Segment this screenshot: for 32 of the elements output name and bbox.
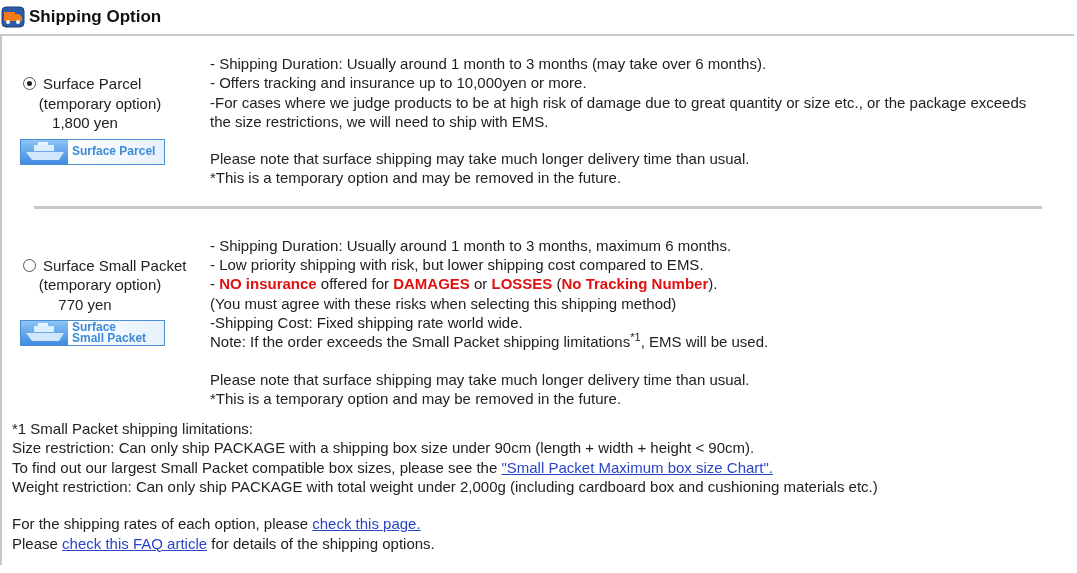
banner-label: Surface Small Packet xyxy=(72,322,147,345)
option-price: 770 yen xyxy=(58,294,112,315)
description-line: - Offers tracking and insurance up to 10,000yen or more. xyxy=(210,73,588,93)
description-line: (You must agree with these risks when selecting this shipping method) xyxy=(210,293,678,313)
description-line: *This is a temporary option and may be removed in the future. xyxy=(210,388,623,409)
link[interactable]: check this FAQ article xyxy=(62,534,208,552)
footnote-line: *1 Small Packet shipping limitations: xyxy=(12,419,254,439)
link[interactable]: check this page. xyxy=(312,515,421,533)
description-line: -Shipping Cost: Fixed shipping rate world wide. xyxy=(210,312,524,333)
description-line: Please note that surface shipping may take much longer delivery time than usual. xyxy=(210,369,751,389)
option-note: (temporary option) xyxy=(38,93,162,113)
description-line: - Low priority shipping with risk, but lower shipping cost compared to EMS. xyxy=(210,255,705,275)
footnote-line: Weight restriction: Can only ship PACKAGE with total weight under 2,000g (including cardboard box and cushioning materials etc.) xyxy=(12,477,879,497)
footnote-line: Please check this FAQ article for details of the shipping options. xyxy=(12,533,436,553)
footnote-line: To find out our largest Small Packet compatible box sizes, please see the "Small Packet Maximum box size Chart". xyxy=(12,457,774,478)
footnote-line: Size restriction: Can only ship PACKAGE with a shipping box size under 90cm (length + width + height < 90cm). xyxy=(12,438,756,458)
option-price: 1,800 yen xyxy=(52,113,118,133)
description-line: -For cases where we judge products to be at high risk of damage due to great quantity or size etc., or the package exceeds the size restrictions, we will need to ship with EMS. xyxy=(210,92,1028,132)
description-line: - Shipping Duration: Usually around 1 month to 3 months, maximum 6 months. xyxy=(210,235,733,256)
shipping-radio[interactable]: Surface Parcel xyxy=(20,74,142,94)
description-line: - NO insurance offered for DAMAGES or LOSSES (No Tracking Number). xyxy=(210,274,719,294)
option-note: (temporary option) xyxy=(38,275,162,295)
banner-label: Surface Parcel xyxy=(72,146,156,157)
truck-icon xyxy=(1,6,25,28)
footnote-line: For the shipping rates of each option, please check this page. xyxy=(12,514,422,534)
shipping-radio[interactable]: Surface Small Packet xyxy=(20,255,187,276)
description-line: - Shipping Duration: Usually around 1 month to 3 months (may take over 6 months). xyxy=(210,54,768,74)
description-line: Note: If the order exceeds the Small Packet shipping limitations$^{*1}$, EMS will be used. xyxy=(210,332,770,352)
link[interactable]: "Small Packet Maximum box size Chart". xyxy=(501,458,773,476)
section-title: Shipping Option xyxy=(29,7,162,27)
description-line: Please note that surface shipping may take much longer delivery time than usual. xyxy=(210,149,751,169)
description-line: *This is a temporary option and may be removed in the future. xyxy=(210,168,623,188)
